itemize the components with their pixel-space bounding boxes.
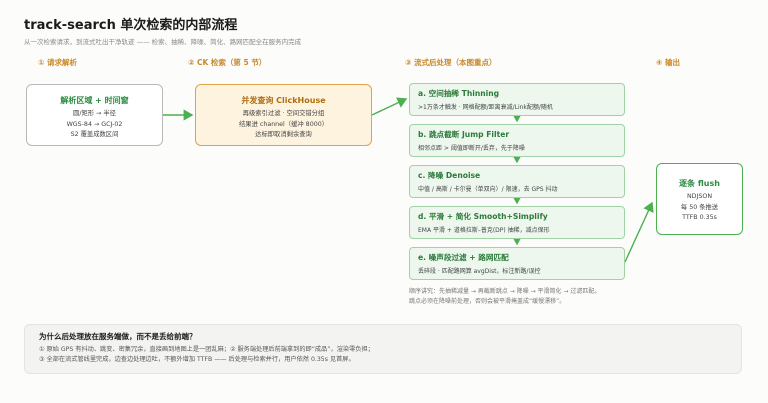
- step-title: e. 噪声段过滤 + 路网匹配: [418, 253, 509, 262]
- step-title: b. 跳点截断 Jump Filter: [418, 130, 510, 139]
- clickhouse-box-line: 结果进 channel（缓冲 8000）: [238, 120, 329, 128]
- flush-box-title: 逐条 flush: [679, 179, 720, 188]
- step-thinning: a. 空间抽稀 Thinning >1万条才触发 · 网格配额/距离衰减/Lin…: [409, 83, 625, 116]
- step-desc: 丢碎段 · 匹配路网算 avgDist，标注新路/误控: [418, 268, 541, 275]
- clickhouse-box-line: 达标即取消剩余查询: [255, 131, 312, 138]
- arrow-ck-to-steps: [371, 97, 408, 116]
- clickhouse-box: 并发查询 ClickHouse 再级索引过滤 · 空间交错分组 结果进 chan…: [195, 84, 372, 146]
- step-jump-filter: b. 跳点截断 Jump Filter 相邻点距 > 阈值即断开/丢弃，先于降噪: [409, 124, 625, 157]
- why-line: ③ 全部在流式管线里完成，边查边处理边吐，不额外增加 TTFB —— 后处理与检…: [39, 356, 355, 363]
- parse-box-line: WGS-84 → GCJ-02: [66, 120, 123, 128]
- why-title: 为什么后处理放在服务端做，而不是丢给前端？: [39, 332, 197, 341]
- step-map-matching: e. 噪声段过滤 + 路网匹配 丢碎段 · 匹配路网算 avgDist，标注新路…: [409, 247, 625, 280]
- flush-box-line: NDJSON: [686, 193, 713, 200]
- clickhouse-box-line: 再级索引过滤 · 空间交错分组: [242, 110, 325, 117]
- order-note: 顺序讲究：先抽稀减量 → 再截断跳点 → 降噪 → 平滑简化 → 过滤匹配。 跳…: [409, 287, 600, 307]
- step-title: d. 平滑 + 简化 Smooth+Simplify: [418, 212, 548, 221]
- step-desc: 相邻点距 > 阈值即断开/丢弃，先于降噪: [418, 145, 525, 152]
- why-line: ① 原始 GPS 有抖动、跳变、密集冗余，直接画到地图上是一团乱麻；② 服务端处…: [39, 346, 374, 353]
- step-desc: >1万条才触发 · 网格配额/距离衰减/Link配额/随机: [418, 104, 553, 111]
- flush-box-line: TTFB 0.35s: [682, 214, 717, 221]
- why-panel: 为什么后处理放在服务端做，而不是丢给前端？ ① 原始 GPS 有抖动、跳变、密集…: [24, 324, 742, 374]
- parse-box-line: S2 覆盖成数区间: [70, 131, 119, 138]
- step-smooth-simplify: d. 平滑 + 简化 Smooth+Simplify EMA 平滑 + 道格拉斯…: [409, 206, 625, 239]
- flush-box-line: 每 50 条推送: [680, 203, 719, 211]
- step-denoise: c. 降噪 Denoise 中值 / 高斯 / 卡尔曼（单双向）/ 限速，去 G…: [409, 165, 625, 198]
- step-title: c. 降噪 Denoise: [418, 171, 481, 180]
- parse-box: 解析区域 + 时间窗 圆/矩形 → 半径 WGS-84 → GCJ-02 S2 …: [26, 84, 163, 146]
- order-note-line: 跳点必须在降噪前处理，否则会被平滑掩盖成“缓慢漂移”。: [409, 298, 566, 305]
- flush-box: 逐条 flush NDJSON 每 50 条推送 TTFB 0.35s: [656, 163, 743, 235]
- step-title: a. 空间抽稀 Thinning: [418, 89, 500, 98]
- arrow-steps-to-flush: [624, 201, 654, 263]
- step-desc: EMA 平滑 + 道格拉斯–普克(DP) 抽稀，减点保形: [418, 227, 550, 234]
- clickhouse-box-title: 并发查询 ClickHouse: [241, 96, 326, 105]
- parse-box-title: 解析区域 + 时间窗: [60, 96, 129, 105]
- order-note-line: 顺序讲究：先抽稀减量 → 再截断跳点 → 降噪 → 平滑简化 → 过滤匹配。: [409, 288, 601, 295]
- step-desc: 中值 / 高斯 / 卡尔曼（单双向）/ 限速，去 GPS 抖动: [418, 186, 558, 193]
- parse-box-line: 圆/矩形 → 半径: [73, 110, 116, 117]
